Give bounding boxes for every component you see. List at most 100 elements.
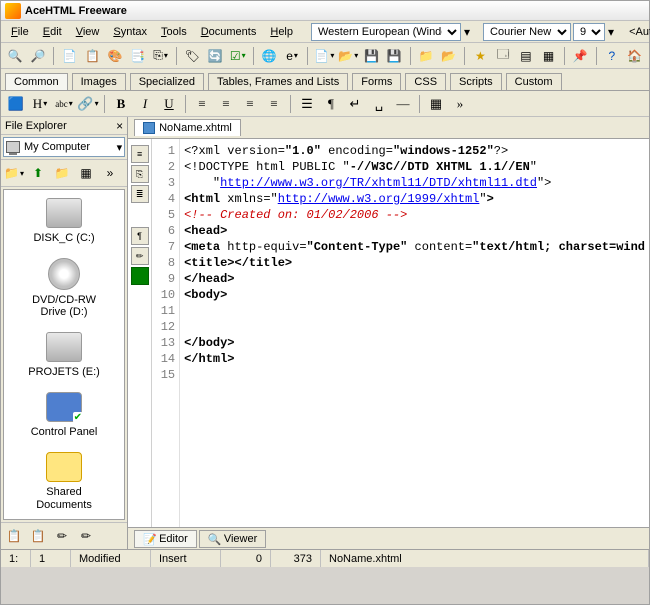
code-editor[interactable]: ≡ ⎘ ≣ ¶ ✏ 123456789101112131415 <?xml ve… — [128, 139, 649, 527]
globe-icon[interactable]: 🌐 — [259, 45, 280, 67]
align-right-icon[interactable]: ≡ — [239, 93, 261, 115]
explorer-item[interactable]: Control Panel — [31, 392, 98, 438]
tab-tables[interactable]: Tables, Frames and Lists — [208, 73, 348, 90]
italic-icon[interactable]: I — [134, 93, 156, 115]
menu-documents[interactable]: Documents — [195, 24, 263, 40]
window-icon[interactable]: 🗔 — [493, 45, 514, 67]
grid-tool-icon[interactable]: ▦ — [425, 93, 447, 115]
header-icon[interactable]: H▾ — [29, 93, 51, 115]
align-left-icon[interactable]: ≡ — [191, 93, 213, 115]
folder-open-icon[interactable]: 📂 — [438, 45, 459, 67]
document-tabs: NoName.xhtml — [128, 117, 649, 139]
align-justify-icon[interactable]: ≡ — [263, 93, 285, 115]
encoding-arrow-icon[interactable]: ▾ — [463, 21, 471, 43]
main-area: File Explorer × My Computer ▾ 📁▾ ⬆ 📁 ▦ »… — [1, 117, 649, 549]
explorer-item[interactable]: Shared Documents — [19, 452, 109, 510]
tool-icon[interactable]: 📋 — [82, 45, 103, 67]
tab-css[interactable]: CSS — [405, 73, 446, 90]
tag-icon[interactable]: 🏷 — [182, 45, 203, 67]
tab-forms[interactable]: Forms — [352, 73, 401, 90]
gutter-icon[interactable]: ≣ — [131, 185, 149, 203]
document-tab[interactable]: NoName.xhtml — [134, 119, 241, 136]
find-icon[interactable]: 🔎 — [28, 45, 49, 67]
separator — [253, 47, 254, 65]
font-dropdown[interactable]: Courier New — [483, 23, 571, 41]
gutter-icon[interactable]: ⎘ — [131, 165, 149, 183]
abc-icon[interactable]: abc▾ — [53, 93, 75, 115]
menu-help[interactable]: Help — [264, 24, 299, 40]
main-toolbar: 🔍 🔎 📄 📋 🎨 📑 ⎘▾ 🏷 🔄 ☑▾ 🌐 e▾ 📄▾ 📂▾ 💾 💾 📁 📂… — [1, 43, 649, 69]
folder-icon[interactable]: 📁 — [51, 162, 73, 184]
home-icon[interactable]: 🏠 — [624, 45, 645, 67]
editor-tab[interactable]: 📝 Editor — [134, 530, 197, 548]
menu-edit[interactable]: Edit — [37, 24, 68, 40]
ruler-icon[interactable]: — — [392, 93, 414, 115]
menu-syntax[interactable]: Syntax — [107, 24, 153, 40]
pilcrow-icon[interactable]: ¶ — [131, 227, 149, 245]
explorer-item[interactable]: PROJETS (E:) — [28, 332, 100, 378]
encoding-dropdown[interactable]: Western European (Window — [311, 23, 461, 41]
link-icon[interactable]: 🔗▾ — [77, 93, 99, 115]
gutter-icon[interactable]: ≡ — [131, 145, 149, 163]
marker-icon[interactable] — [131, 267, 149, 285]
bold-icon[interactable]: B — [110, 93, 132, 115]
tool-icon[interactable]: 📄 — [59, 45, 80, 67]
help-icon[interactable]: ? — [602, 45, 623, 67]
grid-icon[interactable]: ▦ — [538, 45, 559, 67]
save-all-icon[interactable]: 💾 — [384, 45, 405, 67]
underline-icon[interactable]: U — [158, 93, 180, 115]
panel-icon[interactable]: ▤ — [516, 45, 537, 67]
folder-icon[interactable]: 📁 — [416, 45, 437, 67]
font-arrow-icon[interactable]: ▾ — [607, 21, 615, 43]
up-icon[interactable]: ⬆ — [27, 162, 49, 184]
align-center-icon[interactable]: ≡ — [215, 93, 237, 115]
cp-icon — [46, 392, 82, 422]
tab-scripts[interactable]: Scripts — [450, 73, 502, 90]
list-icon[interactable]: ☰ — [296, 93, 318, 115]
pencil-icon[interactable]: ✏ — [75, 525, 97, 547]
explorer-item[interactable]: DISK_C (C:) — [33, 198, 94, 244]
new-icon[interactable]: 📄▾ — [313, 45, 335, 67]
color-icon[interactable]: 🟦 — [5, 93, 27, 115]
tab-common[interactable]: Common — [5, 73, 68, 90]
menubar: File Edit View Syntax Tools Documents He… — [1, 21, 649, 43]
menu-tools[interactable]: Tools — [155, 24, 193, 40]
pencil-icon[interactable]: ✏ — [51, 525, 73, 547]
tab-icon[interactable]: 📋 — [3, 525, 25, 547]
favorite-icon[interactable]: ★ — [470, 45, 491, 67]
tool-icon[interactable]: 📑 — [128, 45, 149, 67]
explorer-header: File Explorer × — [1, 117, 127, 135]
open-icon[interactable]: 📂▾ — [337, 45, 359, 67]
ie-icon[interactable]: e▾ — [282, 45, 303, 67]
tab-specialized[interactable]: Specialized — [130, 73, 204, 90]
tab-custom[interactable]: Custom — [506, 73, 562, 90]
explorer-item-list[interactable]: DISK_C (C:) DVD/CD-RW Drive (D:) PROJETS (… — [3, 189, 125, 520]
viewer-tab[interactable]: 🔍 Viewer — [199, 530, 266, 548]
explorer-item[interactable]: DVD/CD-RW Drive (D:) — [19, 258, 109, 318]
check-icon[interactable]: ☑▾ — [227, 45, 248, 67]
refresh-icon[interactable]: 🔄 — [205, 45, 226, 67]
pencil-icon[interactable]: ✏ — [131, 247, 149, 265]
binoculars-icon[interactable]: 🔍 — [5, 45, 26, 67]
menu-file[interactable]: File — [5, 24, 35, 40]
break-icon[interactable]: ↵ — [344, 93, 366, 115]
code-content[interactable]: <?xml version="1.0" encoding="windows-12… — [180, 139, 649, 527]
explorer-location-dropdown[interactable]: My Computer ▾ — [3, 137, 125, 157]
explorer-close-icon[interactable]: × — [116, 119, 123, 133]
format-icon[interactable]: ¶ — [320, 93, 342, 115]
new-folder-icon[interactable]: 📁▾ — [3, 162, 25, 184]
separator — [53, 47, 54, 65]
chevrons-icon[interactable]: » — [449, 93, 471, 115]
tool-icon[interactable]: ⎘▾ — [150, 45, 171, 67]
tab-images[interactable]: Images — [72, 73, 126, 90]
more-icon[interactable]: » — [99, 162, 121, 184]
palette-icon[interactable]: 🎨 — [105, 45, 126, 67]
save-icon[interactable]: 💾 — [361, 45, 382, 67]
pin-icon[interactable]: 📌 — [570, 45, 591, 67]
font-size-dropdown[interactable]: 9 — [573, 23, 605, 41]
view-icon[interactable]: ▦ — [75, 162, 97, 184]
tab-icon[interactable]: 📋 — [27, 525, 49, 547]
separator — [410, 47, 411, 65]
menu-view[interactable]: View — [70, 24, 106, 40]
nbsp-icon[interactable]: ␣ — [368, 93, 390, 115]
